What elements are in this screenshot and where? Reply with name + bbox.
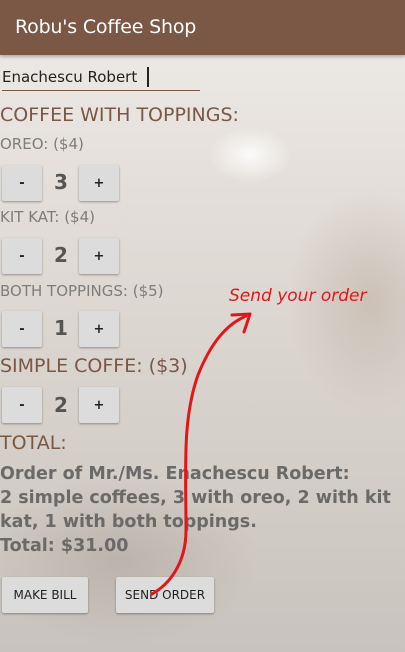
send-order-annotation: Send your order [229, 286, 367, 306]
simple-coffee-quantity: 2 [54, 393, 68, 417]
total-heading: TOTAL: [0, 432, 67, 454]
both-toppings-quantity: 1 [54, 316, 68, 340]
app-bar: Robu's Coffee Shop [0, 0, 405, 55]
oreo-label: OREO: ($4) [0, 135, 84, 153]
text-cursor [147, 67, 149, 87]
kitkat-increment-button[interactable]: + [79, 238, 119, 274]
both-toppings-increment-button[interactable]: + [79, 311, 119, 347]
kitkat-decrement-button[interactable]: - [2, 238, 42, 274]
simple-coffee-label: SIMPLE COFFE: ($3) [0, 355, 188, 377]
oreo-increment-button[interactable]: + [79, 165, 119, 201]
oreo-quantity: 3 [54, 170, 68, 194]
order-summary-line: Order of Mr./Ms. Enachescu Robert: [0, 464, 350, 484]
coffee-with-toppings-heading: COFFEE WITH TOPPINGS: [0, 104, 239, 126]
both-toppings-label: BOTH TOPPINGS: ($5) [0, 282, 164, 300]
customer-name-input[interactable] [2, 64, 200, 91]
both-toppings-decrement-button[interactable]: - [2, 311, 42, 347]
send-order-button[interactable]: SEND ORDER [116, 577, 214, 613]
simple-coffee-decrement-button[interactable]: - [2, 387, 42, 423]
app-title: Robu's Coffee Shop [15, 16, 197, 38]
make-bill-button[interactable]: MAKE BILL [2, 577, 88, 613]
order-summary: Order of Mr./Ms. Enachescu Robert: 2 sim… [0, 462, 405, 558]
kitkat-label: KIT KAT: ($4) [0, 208, 95, 226]
simple-coffee-increment-button[interactable]: + [79, 387, 119, 423]
order-summary-line: 2 simple coffees, 3 with oreo, 2 with ki… [0, 488, 391, 508]
oreo-decrement-button[interactable]: - [2, 165, 42, 201]
kitkat-quantity: 2 [54, 243, 68, 267]
order-total: Total: $31.00 [0, 536, 129, 556]
order-summary-line: kat, 1 with both toppings. [0, 512, 257, 532]
